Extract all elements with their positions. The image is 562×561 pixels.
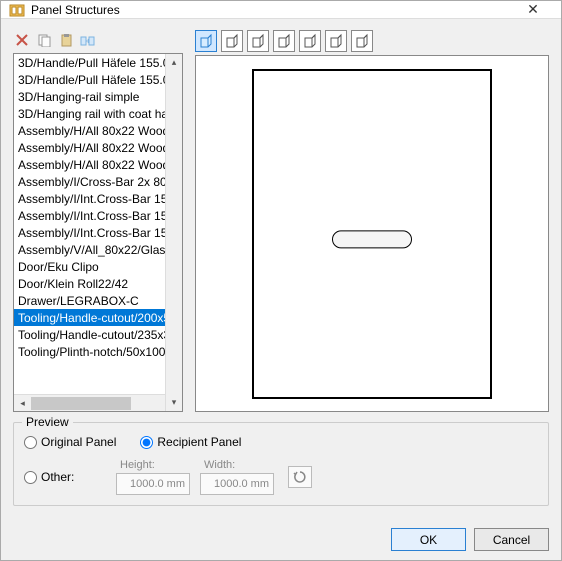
view-left-button[interactable] (247, 30, 269, 52)
horizontal-scrollbar[interactable]: ◂ ▸ (14, 394, 182, 411)
list-item[interactable]: Assembly/V/All_80x22/Glass 8mm (14, 241, 182, 258)
refresh-button[interactable] (288, 466, 312, 488)
list-item[interactable]: Drawer/LEGRABOX-C (14, 292, 182, 309)
list-item[interactable]: Assembly/I/Cross-Bar 2x 80 Pan. (14, 173, 182, 190)
scroll-up-icon[interactable]: ▴ (166, 54, 182, 71)
other-radio[interactable]: Other: (24, 470, 106, 484)
scroll-left-icon[interactable]: ◂ (14, 395, 31, 411)
width-label: Width: (204, 459, 235, 471)
width-field[interactable]: 1000.0 mm (200, 473, 274, 495)
window-title: Panel Structures (31, 3, 513, 17)
delete-icon[interactable] (13, 31, 31, 49)
original-panel-radio[interactable]: Original Panel (24, 435, 116, 449)
panel-structures-dialog: Panel Structures ✕ 3D/Handle/Pull Häfele… (0, 0, 562, 561)
height-label: Height: (120, 459, 155, 471)
list-item[interactable]: Tooling/Handle-cutout/235x30/to (14, 326, 182, 343)
right-pane (195, 29, 549, 412)
view-top-button[interactable] (299, 30, 321, 52)
list-item[interactable]: Assembly/H/All 80x22 Wood/Int. (14, 122, 182, 139)
structure-list-container: 3D/Handle/Pull Häfele 155.02.343D/Handle… (13, 53, 183, 412)
view-front-button[interactable] (195, 30, 217, 52)
list-item[interactable]: 3D/Hanging-rail simple (14, 88, 182, 105)
preview-legend: Preview (22, 415, 73, 429)
view-right-button[interactable] (273, 30, 295, 52)
view-bottom-button[interactable] (325, 30, 347, 52)
dialog-footer: OK Cancel (1, 518, 561, 561)
list-item[interactable]: Door/Eku Clipo (14, 258, 182, 275)
list-item[interactable]: 3D/Handle/Pull Häfele 155.02.34 (14, 71, 182, 88)
preview-canvas[interactable] (195, 55, 549, 412)
list-toolbar (13, 29, 183, 51)
close-button[interactable]: ✕ (513, 1, 553, 18)
list-item[interactable]: Assembly/H/All 80x22 Wood/Top (14, 139, 182, 156)
structure-list[interactable]: 3D/Handle/Pull Häfele 155.02.343D/Handle… (14, 54, 182, 394)
list-item[interactable]: Assembly/I/Int.Cross-Bar 15x15 (14, 224, 182, 241)
panel-outline (252, 69, 492, 399)
left-pane: 3D/Handle/Pull Häfele 155.02.343D/Handle… (13, 29, 183, 412)
list-item[interactable]: Assembly/H/All 80x22 Wood/Top (14, 156, 182, 173)
titlebar: Panel Structures ✕ (1, 1, 561, 19)
copy-icon[interactable] (35, 31, 53, 49)
scroll-down-icon[interactable]: ▾ (166, 394, 182, 411)
view-iso-button[interactable] (351, 30, 373, 52)
list-item[interactable]: 3D/Hanging rail with coat hang. (14, 105, 182, 122)
recipient-panel-radio[interactable]: Recipient Panel (140, 435, 241, 449)
list-item[interactable]: Tooling/Handle-cutout/200x50/ce (14, 309, 182, 326)
expand-icon[interactable] (79, 31, 97, 49)
handle-cutout-shape (332, 230, 412, 248)
list-item[interactable]: Assembly/I/Int.Cross-Bar 15x15 (14, 207, 182, 224)
h-scroll-thumb[interactable] (31, 397, 131, 410)
view-back-button[interactable] (221, 30, 243, 52)
list-item[interactable]: 3D/Handle/Pull Häfele 155.02.34 (14, 54, 182, 71)
view-toolbar (195, 29, 549, 53)
list-item[interactable]: Door/Klein Roll22/42 (14, 275, 182, 292)
content-area: 3D/Handle/Pull Häfele 155.02.343D/Handle… (1, 19, 561, 518)
list-item[interactable]: Tooling/Plinth-notch/50x100 (14, 343, 182, 360)
vertical-scrollbar[interactable]: ▴ ▾ (165, 54, 182, 411)
height-field[interactable]: 1000.0 mm (116, 473, 190, 495)
app-icon (9, 2, 25, 18)
list-item[interactable]: Assembly/I/Int.Cross-Bar 15x15 (14, 190, 182, 207)
ok-button[interactable]: OK (391, 528, 466, 551)
cancel-button[interactable]: Cancel (474, 528, 549, 551)
preview-group: Preview Original Panel Recipient Panel O… (13, 422, 549, 506)
paste-icon[interactable] (57, 31, 75, 49)
